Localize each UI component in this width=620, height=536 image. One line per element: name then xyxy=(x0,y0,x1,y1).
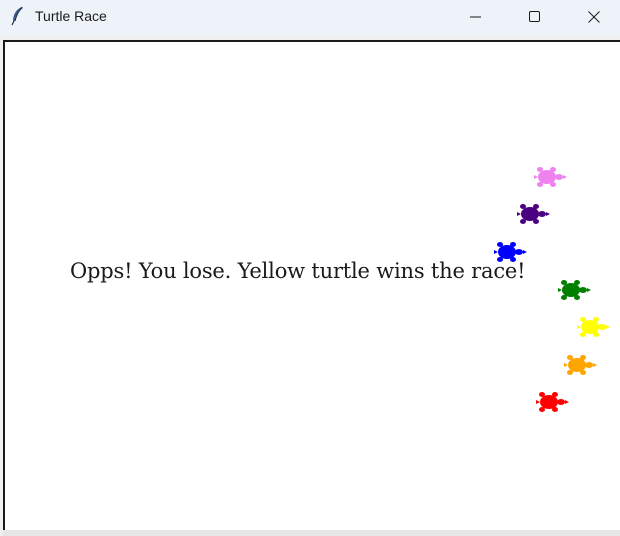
turtle-icon-red xyxy=(535,391,569,413)
turtle-icon-indigo xyxy=(516,203,550,225)
minimize-button[interactable] xyxy=(453,0,499,34)
turtle-icon-violet xyxy=(533,166,567,188)
close-icon xyxy=(588,11,600,23)
turtle-icon-green xyxy=(557,279,591,301)
maximize-icon xyxy=(529,11,541,23)
turtle-icon-yellow xyxy=(576,316,610,338)
turtle-icon-blue xyxy=(493,241,527,263)
window-title: Turtle Race xyxy=(35,8,107,24)
turtle-race-window: Turtle Race Opps! You lose. Yellow turtl… xyxy=(0,0,620,536)
race-result-message: Opps! You lose. Yellow turtle wins the r… xyxy=(70,259,526,283)
turtle-canvas[interactable] xyxy=(3,40,620,532)
maximize-button[interactable] xyxy=(512,0,558,34)
close-button[interactable] xyxy=(571,0,617,34)
turtle-icon-orange xyxy=(563,354,597,376)
minimize-icon xyxy=(470,11,482,23)
title-bar[interactable]: Turtle Race xyxy=(0,0,620,34)
canvas-bottom-edge xyxy=(3,530,620,536)
feather-icon xyxy=(10,6,26,26)
